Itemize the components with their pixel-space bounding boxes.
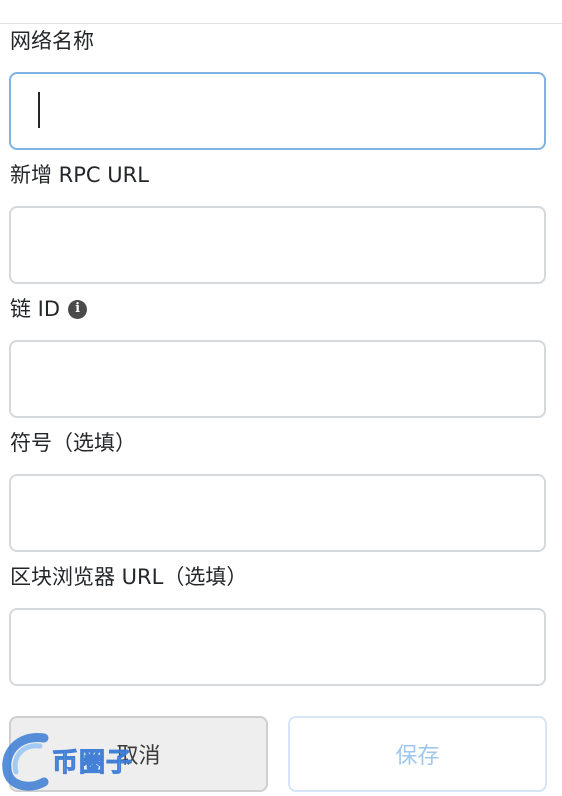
rpc-url-label: 新增 RPC URL <box>10 161 149 189</box>
text-caret <box>38 92 40 128</box>
save-button-label: 保存 <box>395 744 440 769</box>
rpc-url-label-text: 新增 RPC URL <box>10 163 149 187</box>
cancel-button-label: 取消 <box>116 744 161 769</box>
chain-id-input[interactable] <box>9 340 546 418</box>
explorer-url-label-text: 区块浏览器 URL（选填） <box>10 565 248 589</box>
symbol-label-text: 符号（选填） <box>10 431 136 455</box>
save-button[interactable]: 保存 <box>288 716 547 792</box>
network-name-label-text: 网络名称 <box>10 29 94 53</box>
chain-id-label-text: 链 ID <box>10 297 61 321</box>
add-network-form: 网络名称 新增 RPC URL 链 ID i 符号（选填） 区块浏览器 URL（… <box>0 0 562 792</box>
explorer-url-input[interactable] <box>9 608 546 686</box>
symbol-label: 符号（选填） <box>10 429 136 457</box>
network-name-input[interactable] <box>9 72 546 150</box>
info-icon[interactable]: i <box>68 299 88 319</box>
chain-id-label: 链 ID i <box>10 295 88 323</box>
explorer-url-label: 区块浏览器 URL（选填） <box>10 563 247 591</box>
network-name-label: 网络名称 <box>10 27 94 55</box>
rpc-url-input[interactable] <box>9 206 546 284</box>
cancel-button[interactable]: 取消 <box>9 716 268 792</box>
symbol-input[interactable] <box>9 474 546 552</box>
